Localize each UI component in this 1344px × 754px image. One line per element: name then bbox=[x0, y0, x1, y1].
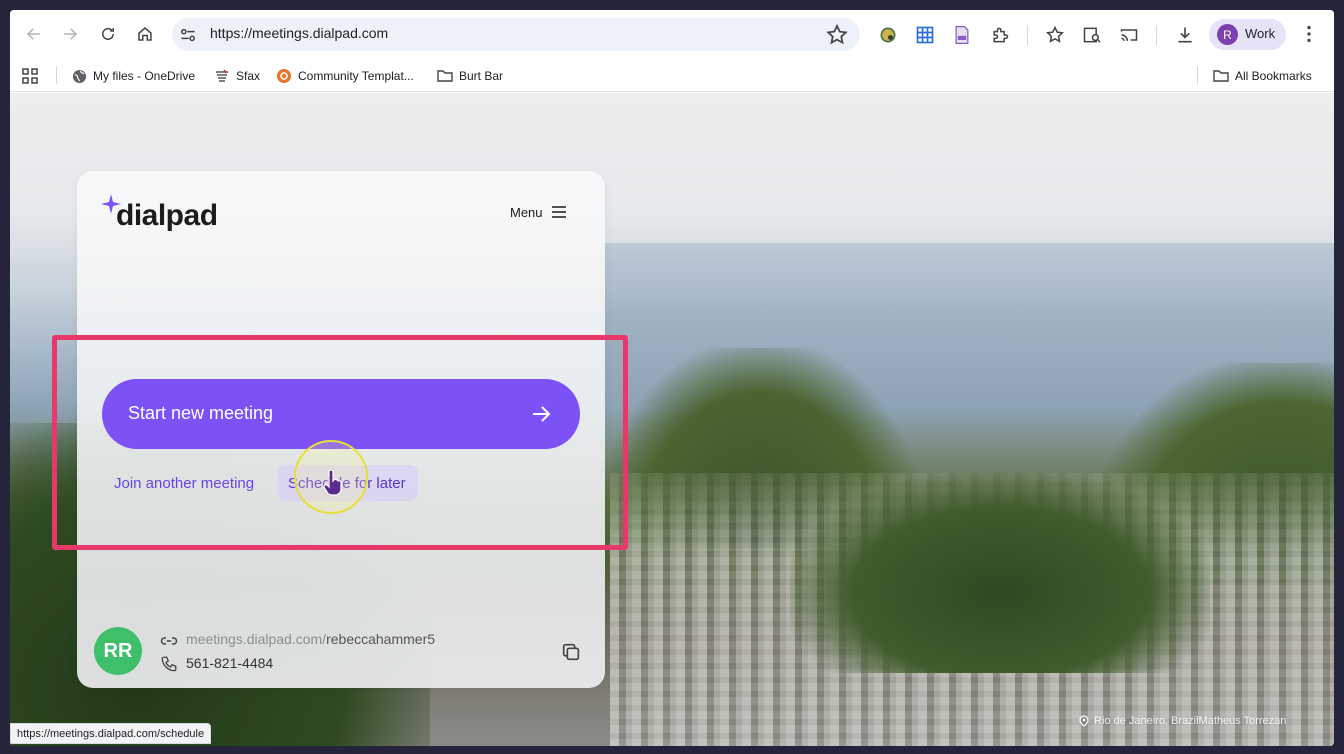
download-icon[interactable] bbox=[1174, 24, 1196, 46]
user-avatar: RR bbox=[94, 627, 142, 675]
reload-button[interactable] bbox=[93, 19, 123, 49]
bookmark-label: Community Templat... bbox=[298, 69, 414, 83]
arrow-right-icon bbox=[64, 28, 78, 40]
bookmark-folder-burt-bar[interactable]: Burt Bar bbox=[437, 66, 503, 86]
apps-button[interactable] bbox=[22, 66, 44, 86]
bookmark-label: Burt Bar bbox=[459, 69, 504, 83]
hand-cursor-icon bbox=[323, 470, 342, 496]
home-icon bbox=[138, 27, 152, 41]
browser-window: https://meetings.dialpad.com R Work My f… bbox=[10, 10, 1334, 746]
hamburger-icon bbox=[551, 206, 566, 218]
location-pin-icon bbox=[1079, 715, 1089, 727]
bookmark-star-icon[interactable] bbox=[825, 23, 849, 47]
meeting-url[interactable]: meetings.dialpad.com/rebeccahammer5 bbox=[186, 631, 435, 647]
bookmark-label: My files - OneDrive bbox=[93, 69, 196, 83]
panel-divider bbox=[77, 613, 605, 614]
arrow-left-icon bbox=[26, 28, 40, 40]
home-button[interactable] bbox=[130, 19, 160, 49]
photo-credit-text: Rio de Janeiro, BrazilMatheus Torrezan bbox=[1094, 715, 1287, 727]
all-bookmarks-button[interactable]: All Bookmarks bbox=[1213, 66, 1312, 86]
cast-icon[interactable] bbox=[1118, 24, 1140, 46]
browser-toolbar: https://meetings.dialpad.com R Work bbox=[10, 10, 1334, 58]
extension-pdf-icon[interactable] bbox=[951, 24, 973, 46]
copy-icon[interactable] bbox=[560, 641, 582, 663]
all-bookmarks-label: All Bookmarks bbox=[1235, 69, 1312, 83]
page-content: dialpad Menu Start new meeting Join anot… bbox=[10, 93, 1334, 746]
phone-number: 561-821-4484 bbox=[186, 655, 274, 671]
community-icon bbox=[276, 68, 292, 84]
bookmark-label: Sfax bbox=[236, 69, 261, 83]
photo-credit: Rio de Janeiro, BrazilMatheus Torrezan bbox=[1078, 715, 1286, 727]
forward-button[interactable] bbox=[55, 19, 85, 49]
favorites-star-icon[interactable] bbox=[1044, 24, 1066, 46]
globe-icon bbox=[71, 68, 87, 84]
profile-avatar[interactable]: R bbox=[1217, 24, 1238, 45]
url-text[interactable]: https://meetings.dialpad.com bbox=[210, 25, 388, 41]
hill-background bbox=[790, 473, 1210, 673]
bookmarks-bar: My files - OneDrive Sfax Community Templ… bbox=[10, 58, 1334, 92]
dialpad-logo[interactable]: dialpad bbox=[116, 199, 218, 233]
link-icon bbox=[160, 637, 178, 645]
toolbar-separator bbox=[1027, 25, 1028, 45]
extensions-puzzle-icon[interactable] bbox=[989, 24, 1011, 46]
link-status-bar: https://meetings.dialpad.com/schedule bbox=[10, 723, 212, 744]
bookmark-separator bbox=[56, 66, 57, 84]
folder-icon bbox=[437, 68, 453, 84]
sfax-icon bbox=[214, 68, 230, 84]
reload-icon bbox=[102, 27, 114, 40]
reading-list-icon[interactable] bbox=[1081, 24, 1103, 46]
extension-globe-icon[interactable] bbox=[877, 24, 899, 46]
bookmark-sfax[interactable]: Sfax bbox=[214, 66, 260, 86]
meeting-url-handle: rebeccahammer5 bbox=[326, 631, 436, 647]
bookmark-community-templates[interactable]: Community Templat... bbox=[276, 66, 414, 86]
menu-button[interactable]: Menu bbox=[510, 202, 567, 222]
meeting-url-prefix: meetings.dialpad.com/ bbox=[186, 631, 327, 647]
folder-icon bbox=[1213, 68, 1229, 84]
bookmark-separator bbox=[1197, 66, 1198, 84]
phone-icon bbox=[161, 656, 177, 672]
apps-grid-icon bbox=[22, 68, 38, 84]
bookmark-onedrive[interactable]: My files - OneDrive bbox=[71, 66, 195, 86]
back-button[interactable] bbox=[19, 19, 49, 49]
site-settings-icon[interactable] bbox=[178, 25, 198, 45]
more-options-icon[interactable] bbox=[1298, 23, 1320, 45]
toolbar-separator bbox=[1156, 25, 1157, 45]
extension-grid-icon[interactable] bbox=[914, 24, 936, 46]
screen-frame: https://meetings.dialpad.com R Work My f… bbox=[0, 0, 1344, 754]
profile-label[interactable]: Work bbox=[1245, 26, 1275, 41]
menu-label: Menu bbox=[510, 204, 543, 220]
